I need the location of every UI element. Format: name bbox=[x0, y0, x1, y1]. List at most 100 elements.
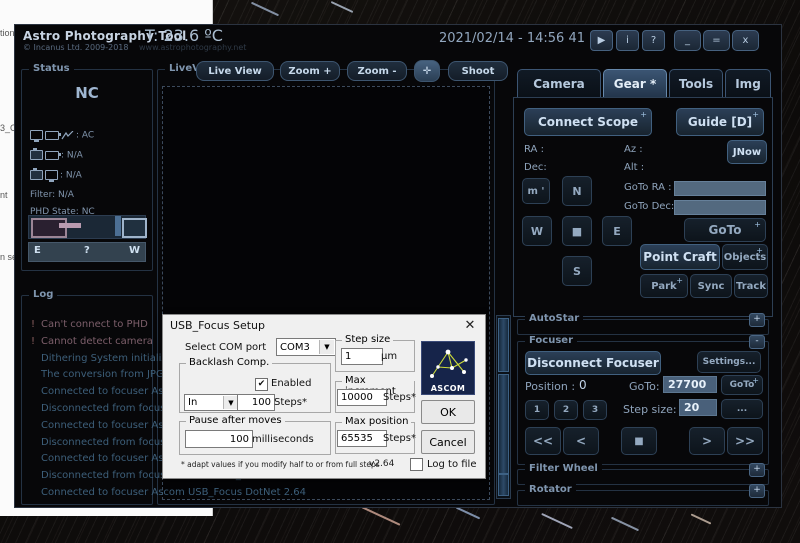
filter-wheel-expand-button[interactable]: + bbox=[749, 463, 765, 477]
camera-icon bbox=[30, 168, 43, 180]
stop-button[interactable]: ■ bbox=[562, 216, 592, 246]
chevron-down-icon[interactable]: ▼ bbox=[223, 396, 238, 409]
sync-button[interactable]: Sync bbox=[690, 274, 732, 298]
max-position-input[interactable]: 65535 bbox=[337, 430, 387, 447]
focuser-collapse-button[interactable]: - bbox=[749, 335, 765, 349]
camera-icon bbox=[30, 148, 43, 160]
step-size-input[interactable]: 1 bbox=[341, 348, 383, 365]
rate-button[interactable]: m ' bbox=[522, 178, 550, 204]
goto-dec-input[interactable] bbox=[674, 200, 766, 215]
info-button[interactable]: i bbox=[616, 30, 639, 51]
focuser-preset-2[interactable]: 2 bbox=[554, 400, 578, 420]
close-button[interactable]: x bbox=[732, 30, 759, 51]
tab-tools[interactable]: Tools bbox=[669, 69, 723, 98]
log-line: Dithering System initialized bbox=[31, 353, 179, 364]
com-port-value: COM3 bbox=[280, 341, 310, 353]
maximize-button[interactable]: = bbox=[703, 30, 730, 51]
close-icon[interactable]: ✕ bbox=[459, 317, 481, 333]
focuser-move-out[interactable]: < bbox=[563, 427, 599, 455]
max-increment-input[interactable]: 10000 bbox=[337, 389, 387, 406]
background-window-text: tion bbox=[0, 28, 15, 38]
track-button[interactable]: Track bbox=[734, 274, 768, 298]
park-button[interactable]: Park + bbox=[640, 274, 688, 298]
slider-marker bbox=[115, 216, 121, 236]
autostar-expand-button[interactable]: + bbox=[749, 313, 765, 327]
slider-left-handle[interactable] bbox=[31, 218, 67, 238]
scrollbar-thumb-bottom[interactable] bbox=[498, 474, 509, 496]
minimize-button[interactable]: _ bbox=[674, 30, 701, 51]
focuser-goto-input[interactable]: 27700 bbox=[663, 376, 717, 393]
play-button[interactable]: ▶ bbox=[590, 30, 613, 51]
com-port-select[interactable]: COM3 ▼ bbox=[276, 338, 336, 356]
status-panel-label: Status bbox=[29, 63, 74, 74]
objects-button[interactable]: Objects + bbox=[722, 244, 768, 270]
focuser-settings-button[interactable]: Settings... bbox=[697, 351, 761, 373]
log-line-marker: ! bbox=[31, 335, 36, 347]
focuser-move-in[interactable]: > bbox=[689, 427, 725, 455]
star-trail bbox=[690, 513, 712, 525]
apt-main-window[interactable]: Astro Photography Tool T: 23.6 ºC © Inca… bbox=[14, 24, 782, 508]
log-line-text: Connected to focuser Ascom USB_Focus Dot… bbox=[41, 487, 306, 498]
backlash-direction-value: In bbox=[188, 397, 198, 408]
zoom-in-button[interactable]: Zoom + bbox=[280, 61, 340, 81]
pause-value-input[interactable]: 100 bbox=[185, 430, 253, 448]
focuser-preset-1[interactable]: 1 bbox=[525, 400, 549, 420]
focuser-stepsize-label: Step size: bbox=[623, 403, 677, 416]
shoot-button[interactable]: Shoot bbox=[448, 61, 508, 81]
live-view-button[interactable]: Live View bbox=[196, 61, 274, 81]
guide-button[interactable]: Guide [D] + bbox=[676, 108, 764, 136]
east-label: E bbox=[34, 245, 41, 256]
focuser-goto-button[interactable]: GoTo + bbox=[721, 375, 763, 395]
ok-button[interactable]: OK bbox=[421, 400, 475, 424]
goto-button[interactable]: GoTo + bbox=[684, 218, 766, 242]
focuser-position-value: 0 bbox=[579, 378, 587, 392]
card-status: : N/A bbox=[30, 168, 82, 182]
liveview-scrollbar[interactable] bbox=[496, 315, 511, 499]
ascom-logo: ASCOM bbox=[421, 341, 475, 395]
jnow-button[interactable]: JNow bbox=[727, 140, 767, 164]
log-to-file-checkbox[interactable] bbox=[410, 458, 423, 471]
backlash-steps-input[interactable]: 100 bbox=[237, 394, 275, 411]
north-button[interactable]: N bbox=[562, 176, 592, 206]
backlash-direction-select[interactable]: In ▼ bbox=[184, 394, 240, 411]
com-port-label: Select COM port bbox=[185, 342, 267, 353]
focuser-preset-3[interactable]: 3 bbox=[583, 400, 607, 420]
guide-label: Guide [D] bbox=[687, 115, 753, 129]
tab-img[interactable]: Img bbox=[725, 69, 771, 98]
goto-dec-label: GoTo Dec: bbox=[624, 201, 675, 212]
log-line-text: Dithering System initialized bbox=[41, 352, 180, 364]
goto-ra-input[interactable] bbox=[674, 181, 766, 196]
chevron-down-icon[interactable]: ▼ bbox=[319, 340, 334, 354]
objects-plus: + bbox=[756, 246, 763, 255]
tab-camera[interactable]: Camera bbox=[517, 69, 601, 98]
meridian-slider[interactable] bbox=[28, 215, 147, 239]
rotator-expand-button[interactable]: + bbox=[749, 484, 765, 498]
zoom-out-button[interactable]: Zoom - bbox=[347, 61, 407, 81]
help-button[interactable]: ? bbox=[642, 30, 665, 51]
log-line: The conversion from JPG bbox=[31, 369, 164, 380]
ascom-logo-text: ASCOM bbox=[430, 384, 466, 393]
website-url: www.astrophotography.net bbox=[139, 43, 247, 52]
focuser-move-fast-out[interactable]: << bbox=[525, 427, 561, 455]
scrollbar-thumb-top[interactable] bbox=[498, 318, 509, 372]
alt-label: Alt : bbox=[624, 162, 645, 173]
slider-right-handle[interactable] bbox=[122, 218, 147, 238]
log-line-text: The conversion from JPG bbox=[41, 369, 164, 381]
cancel-button[interactable]: Cancel bbox=[421, 430, 475, 454]
focuser-move-fast-in[interactable]: >> bbox=[727, 427, 763, 455]
south-button[interactable]: S bbox=[562, 256, 592, 286]
crosshair-button[interactable]: ✛ bbox=[414, 60, 440, 82]
scrollbar-thumb-middle[interactable] bbox=[498, 374, 509, 474]
focuser-more-button[interactable]: ... bbox=[721, 399, 763, 419]
point-craft-button[interactable]: Point Craft bbox=[640, 244, 720, 270]
west-button[interactable]: W bbox=[522, 216, 552, 246]
connect-scope-label: Connect Scope bbox=[537, 115, 639, 129]
east-button[interactable]: E bbox=[602, 216, 632, 246]
connect-scope-button[interactable]: Connect Scope + bbox=[524, 108, 652, 136]
usb-focus-setup-dialog[interactable]: USB_Focus Setup ✕ Select COM port COM3 ▼… bbox=[162, 314, 486, 479]
tab-gear[interactable]: Gear * bbox=[603, 69, 667, 98]
disconnect-focuser-button[interactable]: Disconnect Focuser bbox=[525, 351, 661, 375]
focuser-stop-button[interactable]: ■ bbox=[621, 427, 657, 455]
focuser-stepsize-input[interactable]: 20 bbox=[679, 399, 717, 416]
backlash-enabled-checkbox[interactable]: ✔ bbox=[255, 378, 268, 391]
